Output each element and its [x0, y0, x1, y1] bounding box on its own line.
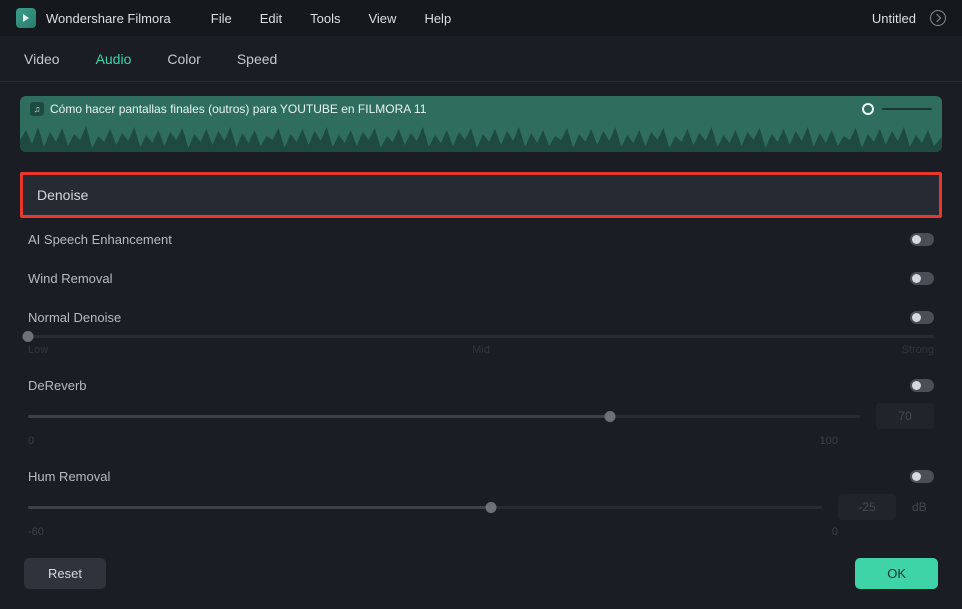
clip-title: Cómo hacer pantallas finales (outros) pa…: [50, 102, 426, 116]
tab-video[interactable]: Video: [24, 39, 60, 79]
wind-removal-row: Wind Removal: [20, 257, 942, 296]
denoise-mid-label: Mid: [472, 344, 490, 356]
dereverb-max: 100: [820, 435, 934, 447]
waveform-icon: [20, 122, 942, 152]
menu-edit[interactable]: Edit: [260, 11, 282, 26]
volume-line[interactable]: [882, 108, 932, 110]
normal-denoise-label: Normal Denoise: [28, 310, 121, 325]
dereverb-slider[interactable]: [28, 415, 860, 418]
property-tabs: Video Audio Color Speed: [0, 36, 962, 82]
app-name: Wondershare Filmora: [46, 11, 171, 26]
hum-removal-row: Hum Removal: [20, 447, 942, 494]
ai-speech-row: AI Speech Enhancement: [20, 218, 942, 257]
music-note-icon: ♫: [30, 102, 44, 116]
hum-removal-slider-row: -25 dB: [20, 494, 942, 520]
dereverb-slider-row: 70: [20, 403, 942, 429]
hum-removal-value[interactable]: -25: [838, 494, 896, 520]
export-icon[interactable]: [930, 10, 946, 26]
ai-speech-toggle[interactable]: [910, 233, 934, 246]
denoise-title: Denoise: [37, 187, 925, 203]
project-title: Untitled: [872, 11, 916, 26]
titlebar: Wondershare Filmora File Edit Tools View…: [0, 0, 962, 36]
menu-tools[interactable]: Tools: [310, 11, 340, 26]
dereverb-value[interactable]: 70: [876, 403, 934, 429]
dereverb-label: DeReverb: [28, 378, 87, 393]
content-area: ♫ Cómo hacer pantallas finales (outros) …: [0, 82, 962, 538]
ai-speech-label: AI Speech Enhancement: [28, 232, 172, 247]
menu-bar: File Edit Tools View Help: [211, 11, 451, 26]
wind-removal-toggle[interactable]: [910, 272, 934, 285]
tab-color[interactable]: Color: [167, 39, 200, 79]
menu-help[interactable]: Help: [424, 11, 451, 26]
hum-removal-unit: dB: [912, 500, 934, 514]
hum-removal-label: Hum Removal: [28, 469, 110, 484]
normal-denoise-toggle[interactable]: [910, 311, 934, 324]
keyframe-marker-icon[interactable]: [862, 103, 874, 115]
tab-speed[interactable]: Speed: [237, 39, 277, 79]
dereverb-row: DeReverb: [20, 356, 942, 403]
dereverb-toggle[interactable]: [910, 379, 934, 392]
wind-removal-label: Wind Removal: [28, 271, 113, 286]
app-logo-icon: [16, 8, 36, 28]
normal-denoise-slider[interactable]: [28, 335, 934, 338]
tab-audio[interactable]: Audio: [96, 39, 132, 79]
normal-denoise-row: Normal Denoise: [20, 296, 942, 335]
reset-button[interactable]: Reset: [24, 558, 106, 589]
hum-max: 0: [832, 526, 934, 538]
hum-min: -60: [28, 526, 44, 538]
ok-button[interactable]: OK: [855, 558, 938, 589]
denoise-low-label: Low: [28, 344, 48, 356]
hum-removal-slider[interactable]: [28, 506, 822, 509]
audio-clip-preview[interactable]: ♫ Cómo hacer pantallas finales (outros) …: [20, 96, 942, 152]
denoise-section-header[interactable]: Denoise: [20, 172, 942, 218]
denoise-strong-label: Strong: [902, 344, 934, 356]
normal-denoise-slider-wrap: Low Mid Strong: [20, 335, 942, 356]
hum-removal-toggle[interactable]: [910, 470, 934, 483]
dereverb-min: 0: [28, 435, 34, 447]
footer: Reset OK: [0, 544, 962, 609]
menu-file[interactable]: File: [211, 11, 232, 26]
menu-view[interactable]: View: [368, 11, 396, 26]
